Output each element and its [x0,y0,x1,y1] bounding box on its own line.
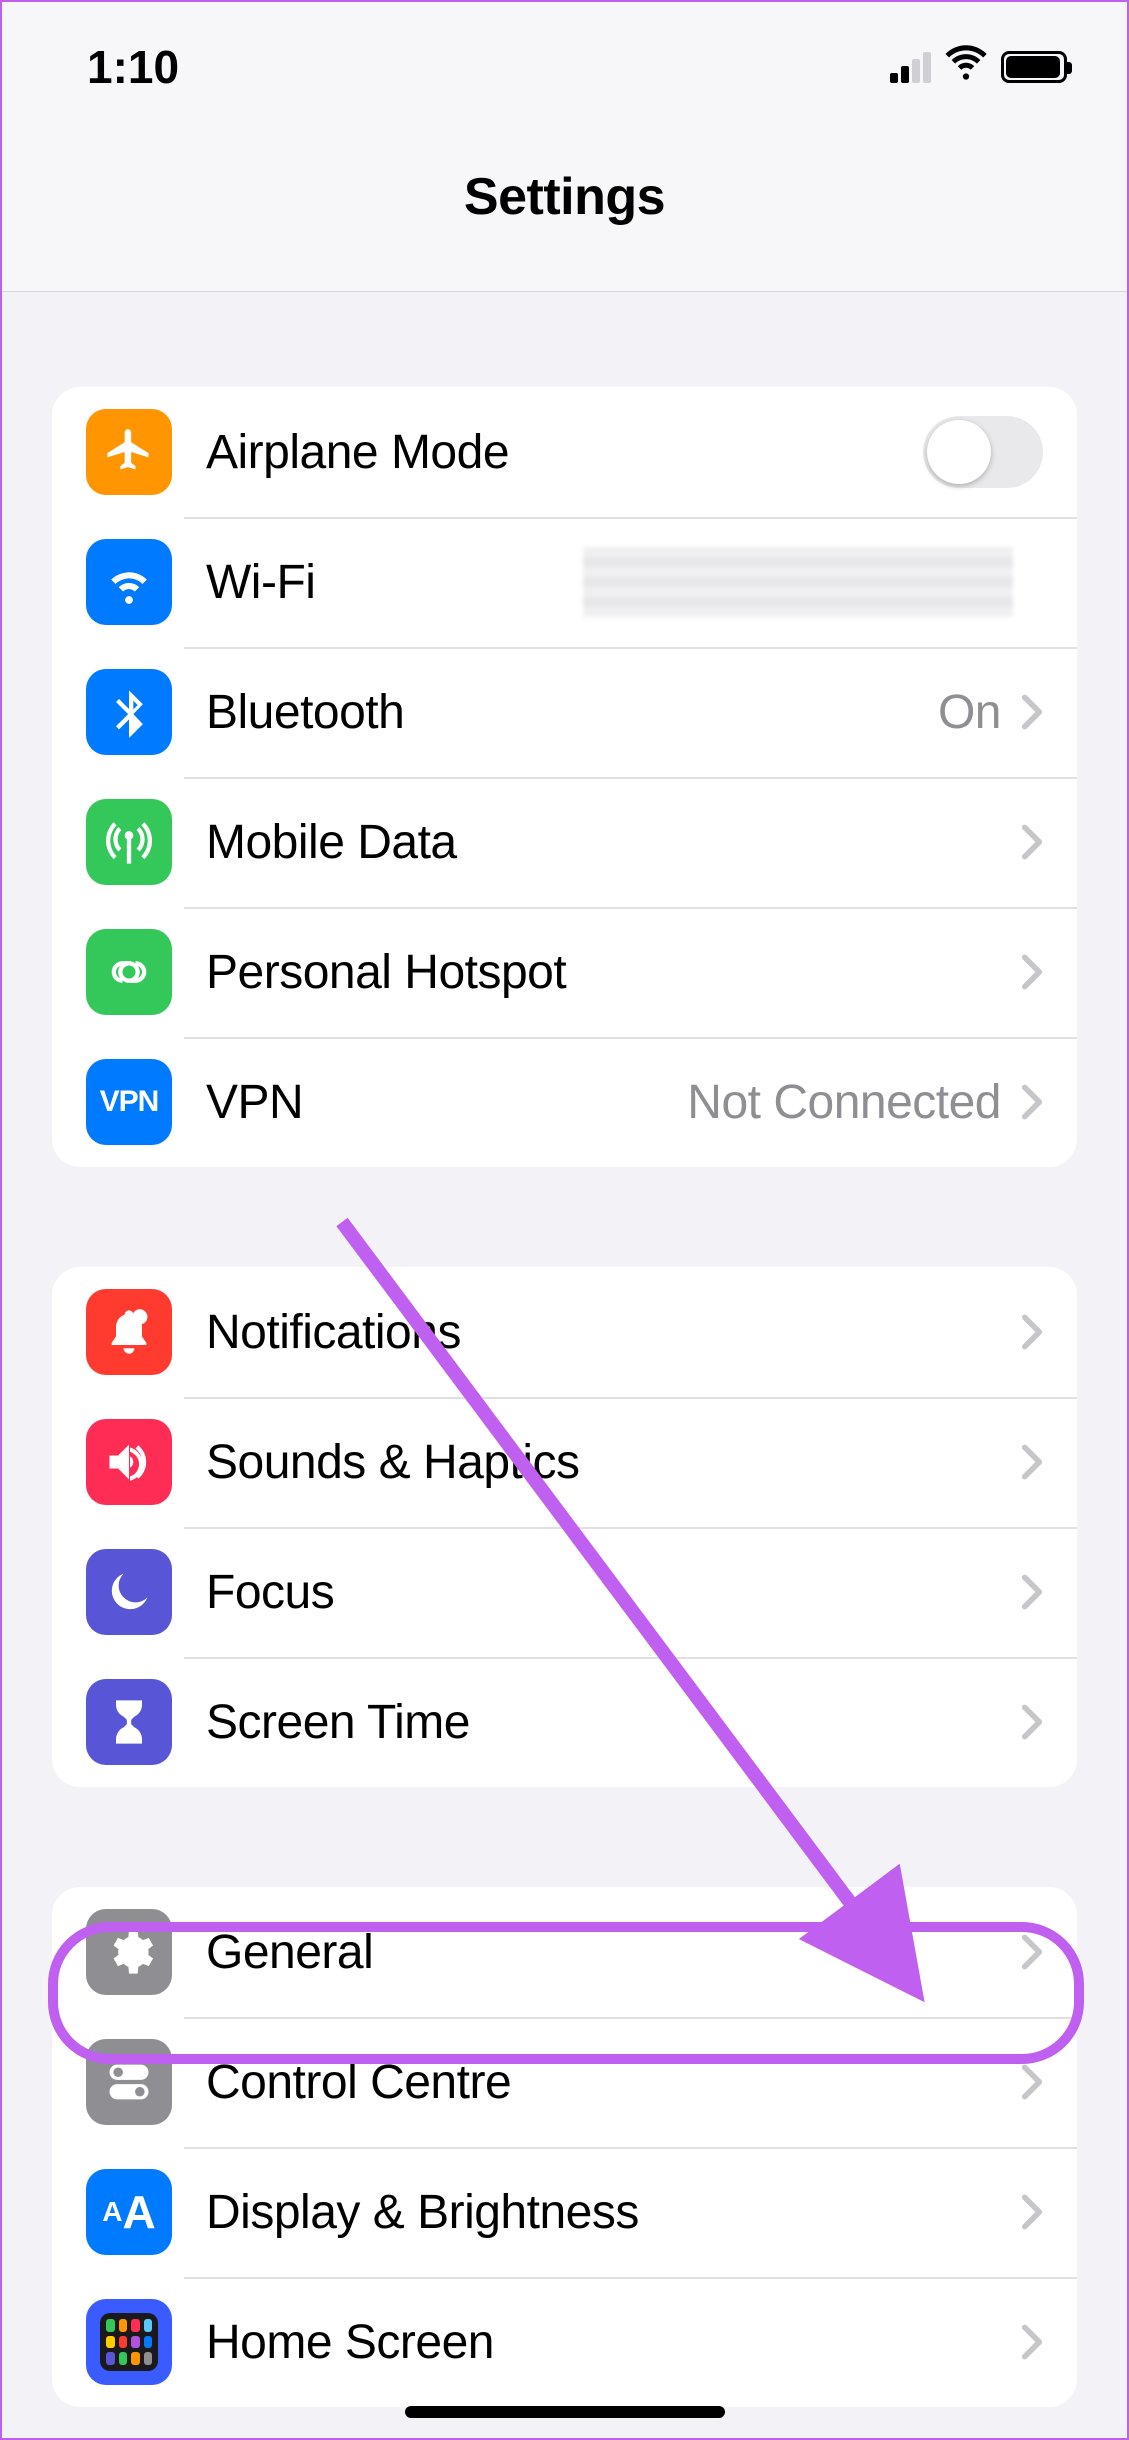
antenna-icon [86,799,172,885]
wifi-status-icon [945,40,987,94]
chevron-right-icon [1021,1933,1043,1971]
row-label: Sounds & Haptics [206,1435,580,1490]
row-label: Screen Time [206,1695,470,1750]
bluetooth-icon [86,669,172,755]
row-home-screen[interactable]: Home Screen [52,2277,1077,2407]
battery-icon [1001,51,1067,83]
moon-icon [86,1549,172,1635]
row-vpn[interactable]: VPN VPN Not Connected [52,1037,1077,1167]
row-label: Mobile Data [206,815,457,870]
settings-group-system: General Control Centre AA Display & Brig… [52,1887,1077,2407]
chevron-right-icon [1021,693,1043,731]
row-label: Control Centre [206,2055,511,2110]
home-indicator [405,2406,725,2418]
row-screen-time[interactable]: Screen Time [52,1657,1077,1787]
row-sounds-haptics[interactable]: Sounds & Haptics [52,1397,1077,1527]
speaker-icon [86,1419,172,1505]
row-wifi[interactable]: Wi-Fi [52,517,1077,647]
toggles-icon [86,2039,172,2125]
settings-group-network: Airplane Mode Wi-Fi Bluetooth On [52,387,1077,1167]
airplane-icon [86,409,172,495]
page-title: Settings [464,167,665,227]
row-bluetooth[interactable]: Bluetooth On [52,647,1077,777]
chevron-right-icon [1021,2323,1043,2361]
chevron-right-icon [1021,1443,1043,1481]
wifi-icon [86,539,172,625]
row-label: Home Screen [206,2315,494,2370]
row-label: Bluetooth [206,685,404,740]
row-focus[interactable]: Focus [52,1527,1077,1657]
chevron-right-icon [1021,1573,1043,1611]
text-size-icon: AA [86,2169,172,2255]
row-notifications[interactable]: Notifications [52,1267,1077,1397]
settings-group-alerts: Notifications Sounds & Haptics Focus S [52,1267,1077,1787]
row-airplane-mode[interactable]: Airplane Mode [52,387,1077,517]
bell-icon [86,1289,172,1375]
chevron-right-icon [1021,1703,1043,1741]
row-display-brightness[interactable]: AA Display & Brightness [52,2147,1077,2277]
row-label: Personal Hotspot [206,945,566,1000]
row-label: Airplane Mode [206,425,509,480]
airplane-toggle[interactable] [923,416,1043,488]
chevron-right-icon [1021,953,1043,991]
link-icon [86,929,172,1015]
chevron-right-icon [1021,2193,1043,2231]
status-bar: 1:10 [2,2,1127,102]
chevron-right-icon [1021,2063,1043,2101]
gear-icon [86,1909,172,1995]
chevron-right-icon [1021,823,1043,861]
status-indicators [890,40,1067,94]
row-value: On [938,685,1001,740]
wifi-network-name-redacted [583,547,1013,617]
vpn-icon: VPN [86,1059,172,1145]
row-label: Focus [206,1565,334,1620]
settings-header: Settings [2,102,1127,292]
row-label: Notifications [206,1305,461,1360]
chevron-right-icon [1021,1313,1043,1351]
hourglass-icon [86,1679,172,1765]
row-general[interactable]: General [52,1887,1077,2017]
row-personal-hotspot[interactable]: Personal Hotspot [52,907,1077,1037]
row-label: General [206,1925,373,1980]
row-mobile-data[interactable]: Mobile Data [52,777,1077,907]
cellular-signal-icon [890,51,931,83]
row-label: Wi-Fi [206,555,315,610]
apps-grid-icon [86,2299,172,2385]
chevron-right-icon [1021,1083,1043,1121]
row-value: Not Connected [687,1075,1001,1130]
row-label: Display & Brightness [206,2185,639,2240]
row-label: VPN [206,1075,303,1130]
status-time: 1:10 [87,40,179,94]
row-control-centre[interactable]: Control Centre [52,2017,1077,2147]
